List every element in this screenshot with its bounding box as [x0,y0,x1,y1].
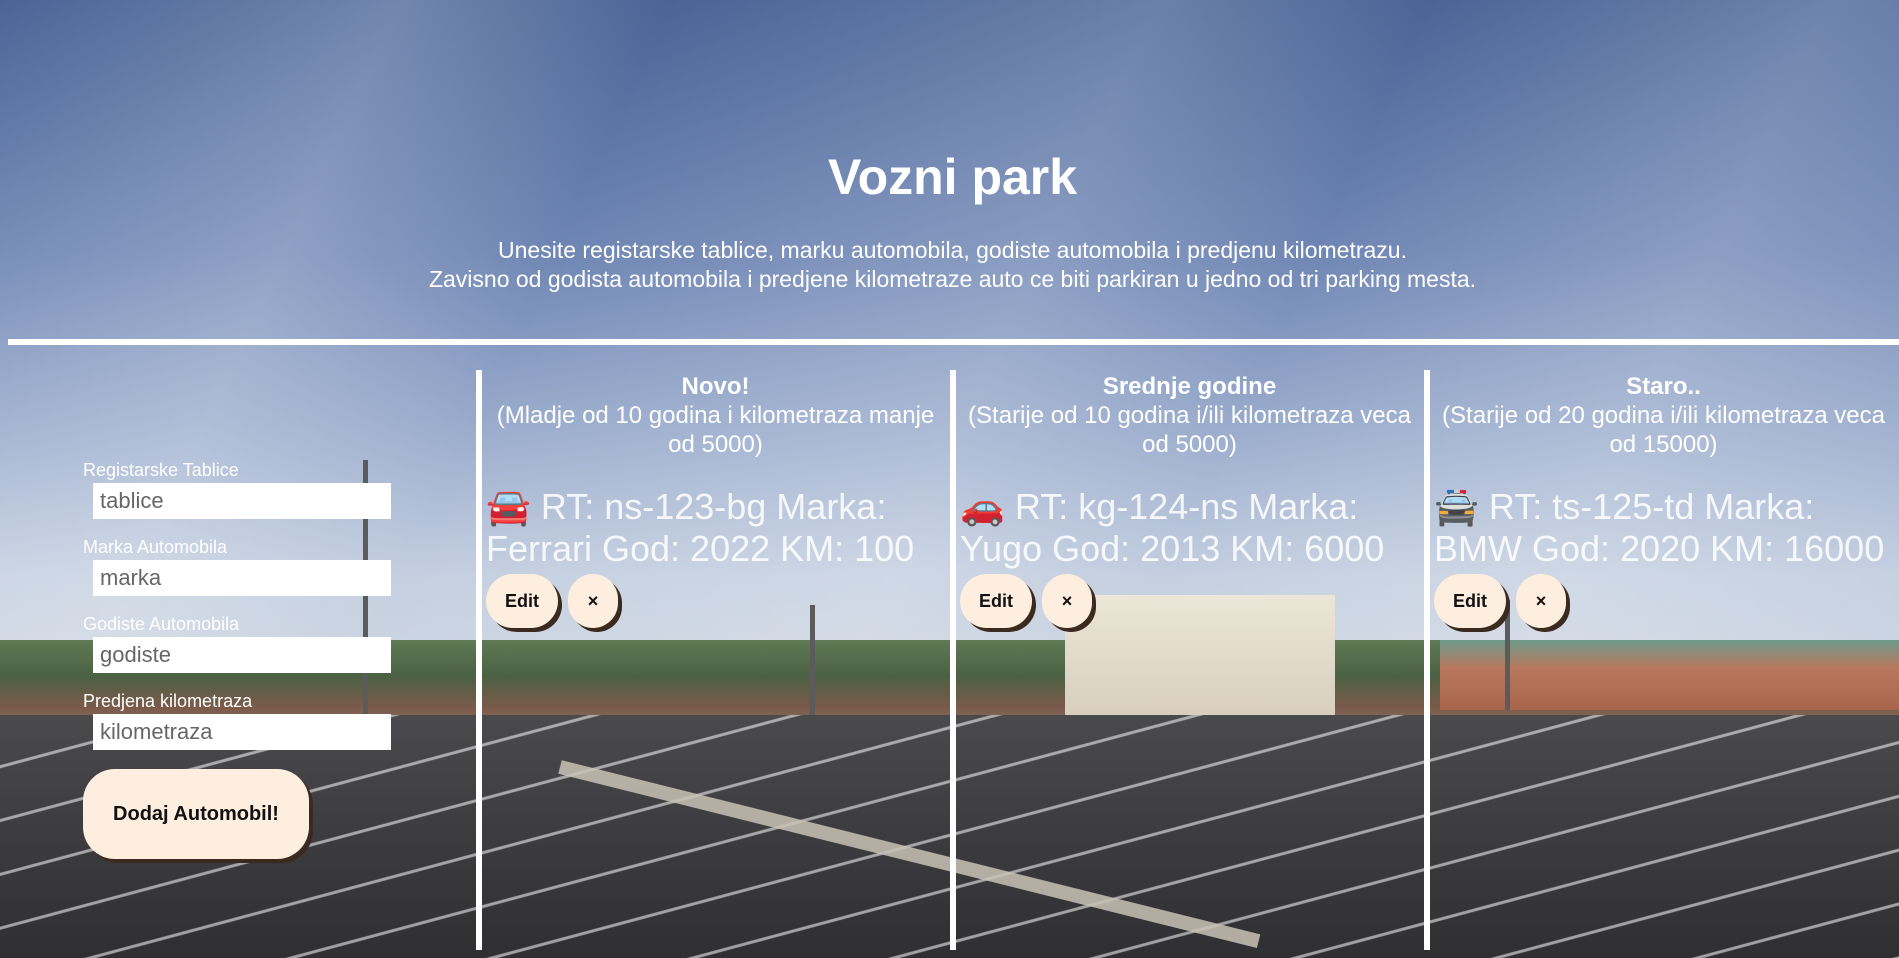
parking-column-new: Novo! (Mladje od 10 godina i kilometraza… [482,370,949,628]
edit-button[interactable]: Edit [1434,574,1506,628]
column-heading: Novo! [681,373,750,400]
brand-label: Marka Automobila [83,537,228,557]
page-title: Vozni park [827,149,1078,205]
car-details: RT: ts-125-td Marka: BMW God: 2020 KM: 1… [1434,486,1885,569]
car-actions: Edit × [482,574,949,628]
car-entry: 🚔 RT: ts-125-td Marka: BMW God: 2020 KM:… [1430,486,1897,570]
car-front-icon: 🚘 [486,486,531,527]
delete-button[interactable]: × [1516,574,1566,628]
plates-input[interactable] [93,483,391,519]
column-heading: Srednje godine [1102,373,1277,400]
plates-label: Registarske Tablice [83,460,239,480]
column-header: Novo! (Mladje od 10 godina i kilometraza… [482,372,949,459]
column-heading: Staro.. [1626,373,1701,400]
column-header: Srednje godine (Starije od 10 godina i/i… [956,372,1423,459]
brand-input[interactable] [93,560,391,596]
police-car-icon: 🚔 [1434,486,1479,527]
km-input[interactable] [93,714,391,750]
car-icon: 🚗 [960,486,1005,527]
edit-button[interactable]: Edit [960,574,1032,628]
instructions-line-2: Zavisno od godista automobila i predjene… [428,266,1477,292]
delete-button[interactable]: × [1042,574,1092,628]
parking-column-old: Staro.. (Starije od 20 godina i/ili kilo… [1430,370,1897,628]
delete-button[interactable]: × [568,574,618,628]
column-description: (Starije od 20 godina i/ili kilometraza … [1442,402,1885,458]
car-details: RT: ns-123-bg Marka: Ferrari God: 2022 K… [486,486,915,569]
instructions-line-1: Unesite registarske tablice, marku autom… [498,237,1407,263]
column-description: (Mladje od 10 godina i kilometraza manje… [496,402,935,458]
header-divider [8,339,1899,345]
page-instructions: Unesite registarske tablice, marku autom… [0,236,1899,294]
edit-button[interactable]: Edit [486,574,558,628]
year-input[interactable] [93,637,391,673]
add-car-form: Registarske Tablice Marka Automobila God… [83,460,403,768]
car-details: RT: kg-124-ns Marka: Yugo God: 2013 KM: … [960,486,1385,569]
car-actions: Edit × [1430,574,1897,628]
column-description: (Starije od 10 godina i/ili kilometraza … [968,402,1411,458]
car-entry: 🚘 RT: ns-123-bg Marka: Ferrari God: 2022… [482,486,949,570]
year-label: Godiste Automobila [83,614,240,634]
column-header: Staro.. (Starije od 20 godina i/ili kilo… [1430,372,1897,459]
parking-column-middle: Srednje godine (Starije od 10 godina i/i… [956,370,1423,628]
car-actions: Edit × [956,574,1423,628]
add-car-button[interactable]: Dodaj Automobil! [83,769,309,859]
car-entry: 🚗 RT: kg-124-ns Marka: Yugo God: 2013 KM… [956,486,1423,570]
km-label: Predjena kilometraza [83,691,253,711]
